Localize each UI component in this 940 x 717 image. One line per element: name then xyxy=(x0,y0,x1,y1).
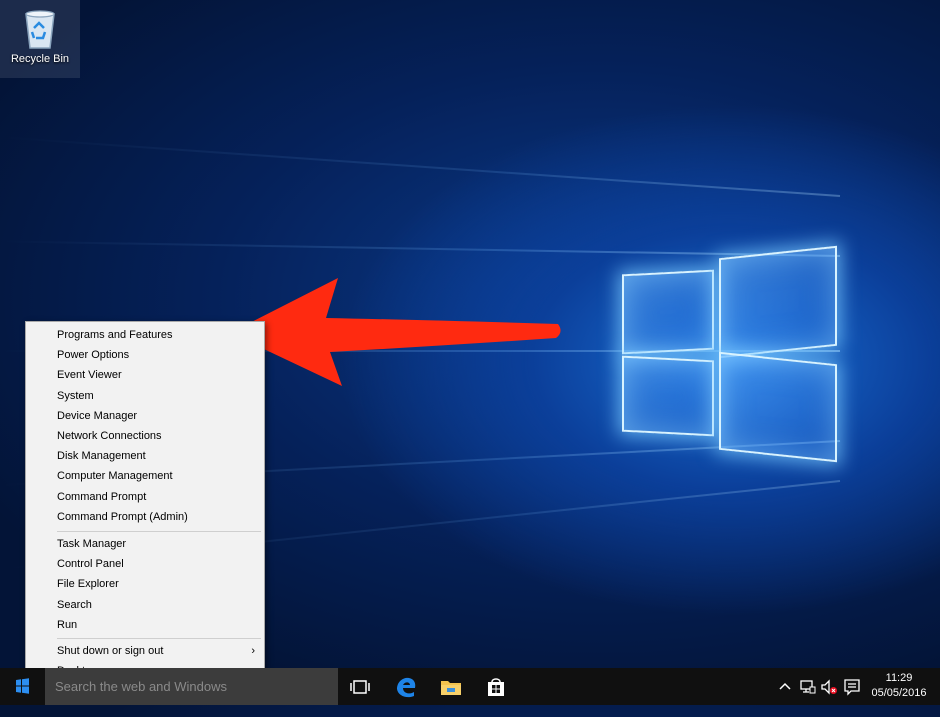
windows-start-icon xyxy=(16,678,29,694)
menu-item-device-manager[interactable]: Device Manager xyxy=(26,407,264,427)
menu-item-label: Control Panel xyxy=(57,558,124,571)
menu-item-label: Power Options xyxy=(57,349,130,362)
edge-icon[interactable] xyxy=(393,674,419,700)
search-box[interactable]: Search the web and Windows xyxy=(45,668,338,705)
menu-item-label: Task Manager xyxy=(57,538,127,550)
menu-item-label: Search xyxy=(57,598,92,611)
menu-item-command-prompt[interactable]: Command Prompt xyxy=(26,488,264,508)
menu-item-run[interactable]: Run xyxy=(26,616,264,636)
menu-item-label: Programs and Features xyxy=(57,329,173,341)
volume-muted-icon[interactable] xyxy=(820,679,838,716)
menu-item-label: Command Prompt (Admin) xyxy=(57,510,188,523)
recycle-bin-label: Recycle Bin xyxy=(10,53,70,65)
menu-item-disk-management[interactable]: Disk Management xyxy=(26,447,264,467)
windows-logo-pane xyxy=(622,269,714,355)
menu-item-label: Command Prompt xyxy=(57,490,147,503)
menu-item-power-options[interactable]: Power Options xyxy=(26,346,264,366)
power-user-menu: Programs and Features Power Options Event … xyxy=(25,321,265,688)
menu-item-control-panel[interactable]: Control Panel xyxy=(26,555,264,575)
menu-item-label: Shut down or sign out xyxy=(57,645,164,657)
task-view-icon[interactable] xyxy=(347,674,373,700)
clock[interactable]: 11:29 05/05/2016 xyxy=(868,671,930,701)
menu-separator xyxy=(57,531,261,532)
clock-time: 11:29 xyxy=(885,672,913,684)
recycle-bin-shortcut[interactable]: Recycle Bin xyxy=(0,0,80,78)
taskbar: Search the web and Windows 11:29 05/05/2… xyxy=(0,668,940,705)
recycle-bin-icon xyxy=(20,6,60,50)
action-center-icon[interactable] xyxy=(843,678,861,715)
menu-separator xyxy=(57,638,261,639)
file-explorer-icon[interactable] xyxy=(438,674,464,700)
windows-logo-pane xyxy=(719,351,837,463)
menu-item-label: System xyxy=(57,389,94,402)
menu-item-computer-management[interactable]: Computer Management xyxy=(26,467,264,487)
network-icon[interactable] xyxy=(799,679,817,716)
menu-item-shut-down-or-sign-out[interactable]: Shut down or sign out › xyxy=(26,642,264,662)
clock-date: 05/05/2016 xyxy=(871,687,927,699)
store-icon[interactable] xyxy=(483,674,509,700)
windows-logo-pane xyxy=(719,245,837,359)
menu-item-task-manager[interactable]: Task Manager xyxy=(26,535,264,555)
menu-item-command-prompt-admin[interactable]: Command Prompt (Admin) xyxy=(26,508,264,528)
start-button[interactable] xyxy=(0,668,45,705)
windows-logo-pane xyxy=(622,355,714,437)
menu-item-event-viewer[interactable]: Event Viewer xyxy=(26,366,264,386)
menu-item-label: Computer Management xyxy=(57,470,173,483)
menu-item-system[interactable]: System xyxy=(26,387,264,407)
menu-item-label: Network Connections xyxy=(57,430,162,442)
menu-item-search[interactable]: Search xyxy=(26,596,264,616)
menu-item-label: Device Manager xyxy=(57,409,138,422)
chevron-right-icon: › xyxy=(251,645,255,657)
menu-item-label: Disk Management xyxy=(57,450,146,463)
chevron-up-icon[interactable] xyxy=(778,680,792,717)
red-arrow-annotation xyxy=(230,278,561,386)
menu-item-label: Run xyxy=(57,618,78,631)
menu-item-programs-and-features[interactable]: Programs and Features xyxy=(26,326,264,346)
menu-item-file-explorer[interactable]: File Explorer xyxy=(26,575,264,595)
menu-item-label: File Explorer xyxy=(57,578,119,591)
search-placeholder: Search the web and Windows xyxy=(55,679,227,694)
menu-item-network-connections[interactable]: Network Connections xyxy=(26,427,264,447)
menu-item-label: Event Viewer xyxy=(57,369,122,382)
